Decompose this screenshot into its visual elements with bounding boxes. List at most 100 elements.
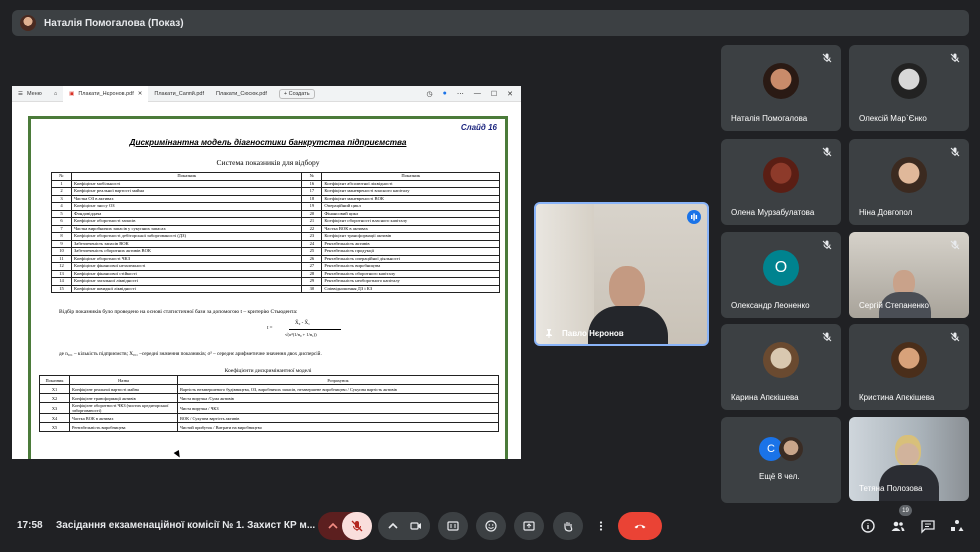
hand-icon [564,522,573,532]
menu-icon: ☰ [18,90,23,97]
table-cell: Забезпеченість оборотних активів ВОК [70,247,303,256]
maximize-icon[interactable]: ☐ [491,90,497,98]
table-cell: Рентабельність необоротного капіталу [321,277,500,286]
table-cell: 7 [51,224,72,233]
camera-button[interactable] [402,512,430,540]
tab-label: Плакати_Нєронов.pdf [78,90,134,97]
presenter-head [609,266,645,310]
pin-icon[interactable] [544,328,554,338]
table-cell: Коефіцієнт маневреності ВОК [321,194,500,203]
presentation-banner: Наталія Помогалова (Показ) [12,10,969,36]
home-icon[interactable]: ⌂ [48,86,63,102]
table-cell: 23 [301,232,323,241]
table-cell: Частка виробничих запасів у сукупних зап… [70,224,303,233]
emoji-button[interactable] [476,512,506,540]
table-cell: Частка ВОК в активах [321,224,500,233]
info-icon[interactable] [860,518,876,534]
table-row: 12 Коефіцієнт фінансової незалежності 27 Ре… [51,262,500,271]
tab-1[interactable]: ▣ Плакати_Нєронов.pdf ✕ [63,86,149,102]
history-icon[interactable]: ◷ [427,90,433,98]
close-icon[interactable]: ✕ [138,91,143,97]
table-row: X1 Коефіцієнт реальної вартості майна Варт… [39,384,499,394]
presentation-title: Наталія Помогалова (Показ) [44,17,184,29]
table-cell: Коефіцієнт фінансової незалежності [70,262,303,271]
chat-icon[interactable] [920,518,936,534]
presenter-video[interactable]: Павло Нєронов [534,202,709,346]
participant-name: Ніна Довгопол [859,208,913,217]
table-row: 10 Забезпеченість оборотних активів ВОК 25… [51,247,500,256]
table-cell: Коефіцієнт маневреності власного капітал… [321,187,500,196]
participant-tile[interactable]: С Ещё 8 чел. [721,417,841,503]
table-row: 1 Коефіцієнт мобільності 16 Коефіцієнт абсо… [51,179,500,188]
participant-tile[interactable]: Карина Апєкішева [721,324,841,410]
menu-button[interactable]: ☰ Меню [12,86,48,102]
captions-button[interactable] [438,512,468,540]
pdf-slide: Слайд 16 Дискримінантна модель діагности… [28,116,508,459]
more-vert-icon [599,521,603,531]
table-cell: Коефіцієнт оборотності запасів [70,217,303,226]
table-row: 2 Коефіцієнт реальної вартості майна 17 Кое… [51,187,500,196]
table-row: X3 Коефіцієнт оборотності ЧКЗ (чистих кре… [39,402,499,414]
table-cell: 15 [51,284,72,293]
activities-icon[interactable] [949,518,965,534]
participant-tile[interactable]: Тетяна Полозова [849,417,969,501]
tab-label: Плакати_Саппй.pdf [154,90,205,97]
participant-avatar [891,157,927,194]
mic-muted-icon [950,53,960,63]
close-window-icon[interactable]: ✕ [507,90,513,98]
table-cell: Співвідношення ДЗ і КЗ [321,284,500,293]
participant-tile[interactable]: Наталія Помогалова [721,45,841,131]
participant-tile[interactable]: Сергій Степаненко [849,232,969,318]
table-cell: 16 [301,179,323,188]
tab-2[interactable]: Плакати_Саппй.pdf [148,86,210,102]
table-row: 7 Частка виробничих запасів у сукупних за… [51,224,500,233]
window-light [536,204,594,344]
participant-body [879,465,939,501]
table-cell: Фондовіддача [70,209,303,218]
emoji-icon [485,520,497,532]
table-cell: Забезпеченість запасів ВОК [70,239,303,248]
tab-label: Плакати_Сюсюк.pdf [216,90,267,97]
coefficients-table: Показник Назва Розрахунок X1 Коефіцієнт реал… [39,375,499,432]
participant-name: Тетяна Полозова [859,484,923,493]
participant-tile[interactable]: Ніна Довгопол [849,139,969,225]
table-cell: Чистий прибуток / Витрати на виробництво [177,422,499,432]
present-button[interactable] [514,512,544,540]
account-icon[interactable]: ● [443,90,447,98]
clock: 17:58 [17,520,43,531]
more-icon[interactable]: ⋯ [457,90,464,98]
minimize-icon[interactable]: — [474,90,481,98]
table-cell: 18 [301,194,323,203]
table-cell: X4 [39,413,70,423]
pdf-icon: ▣ [69,90,75,97]
people-icon[interactable] [890,518,906,534]
participant-tile[interactable]: О Олександр Леоненко [721,232,841,318]
table-cell: Чиста виручка /Сума активів [177,393,499,403]
new-tab-button[interactable]: + Создать [278,88,315,99]
table-cell: 17 [301,187,323,196]
mic-off-button[interactable] [342,512,372,540]
tab-3[interactable]: Плакати_Сюсюк.pdf [210,86,273,102]
table-header-row: № Показник № Показник [51,172,500,181]
mic-off-icon [351,520,363,532]
table-row: X5 Рентабельність виробництва Чистий прибу… [39,422,499,432]
formula-numerator: X̄₀ - X̄₁ [295,321,310,326]
leave-call-button[interactable] [618,512,662,540]
table-cell: Коефіцієнт оборотності ЧКЗ [70,254,303,263]
table-cell: X2 [39,393,70,403]
table-cell: 11 [51,254,72,263]
slide-subtitle: Система показників для відбору [216,158,320,167]
participant-tile[interactable]: Кристина Апєкішева [849,324,969,410]
table-cell: 26 [301,254,323,263]
table-cell: Вартість незавершеного будівництва, ОЗ, … [177,384,499,394]
meeting-title: Засідання екзаменаційної комісії № 1. За… [56,520,316,531]
participant-name: Ещё 8 чел. [759,472,800,481]
table-cell: 13 [51,269,72,278]
table-cell: 19 [301,202,323,211]
raise-hand-button[interactable] [553,512,583,540]
table-cell: 4 [51,202,72,211]
more-options-button[interactable] [592,512,610,540]
participant-tile[interactable]: Олексій Мар`Єнко [849,45,969,131]
table-row: 9 Забезпеченість запасів ВОК 24 Рентабельні… [51,239,500,248]
participant-tile[interactable]: Олена Мурзабулатова [721,139,841,225]
